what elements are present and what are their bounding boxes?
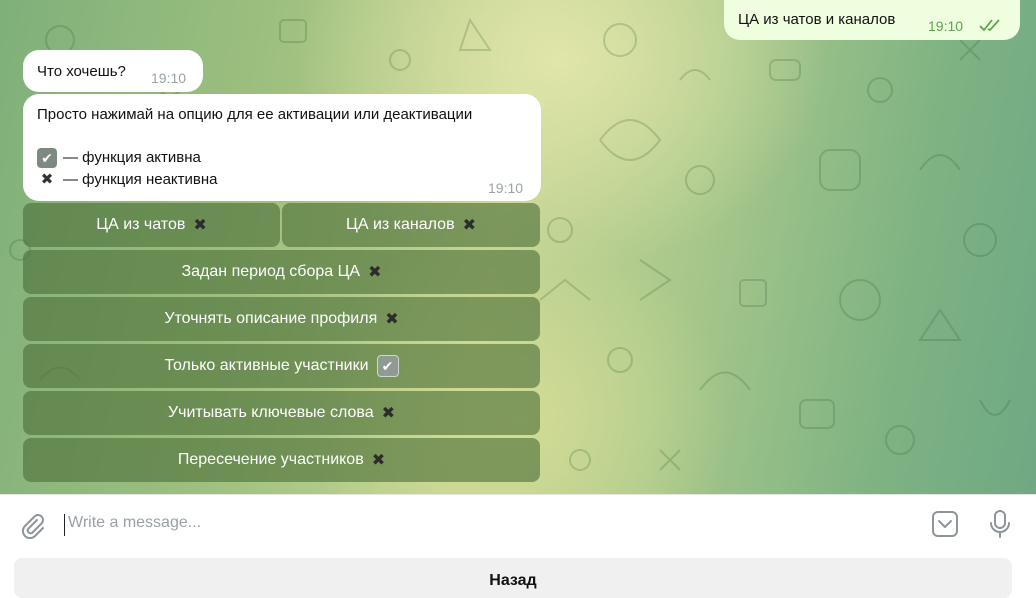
chat-background: ЦА из чатов и каналов 19:10 Что хочешь? … [0, 0, 1036, 494]
cross-icon: ✖ [368, 264, 382, 281]
inline-button-active-members[interactable]: Только активные участники ✔ [23, 344, 540, 388]
inactive-legend-row: ✖ — функция неактивна [37, 169, 218, 191]
reply-keyboard-back-button[interactable]: Назад [14, 558, 1012, 598]
paperclip-icon[interactable] [18, 511, 46, 539]
inline-button-label: ЦА из чатов [96, 216, 186, 233]
cross-icon: ✖ [193, 217, 207, 234]
inline-button-label: Только активные участники [164, 357, 369, 374]
inline-button-label: ЦА из каналов [346, 216, 455, 233]
inline-button-chats-audience[interactable]: ЦА из чатов ✖ [23, 203, 280, 247]
instructions-message-bubble: Просто нажимай на опцию для ее активации… [23, 94, 541, 201]
inactive-legend-text: — функция неактивна [63, 171, 218, 188]
cross-icon: ✖ [385, 311, 399, 328]
back-button-label: Назад [489, 572, 537, 589]
message-input[interactable]: Write a message... [64, 514, 884, 536]
outgoing-message-bubble: ЦА из чатов и каналов 19:10 [724, 0, 1020, 40]
instructions-time: 19:10 [488, 180, 524, 196]
question-text: Что хочешь? [37, 63, 126, 80]
cross-icon: ✖ [371, 452, 386, 469]
inline-button-collection-period[interactable]: Задан период сбора ЦА ✖ [23, 250, 540, 294]
active-legend-row: ✔ — функция активна [37, 147, 201, 169]
incoming-message-bubble: Что хочешь? 19:10 [23, 50, 203, 92]
checkbox-checked-icon: ✔ [376, 355, 399, 377]
inline-button-members-intersection[interactable]: Пересечение участников ✖ [23, 438, 540, 482]
checkbox-checked-icon: ✔ [37, 148, 57, 168]
active-legend-text: — функция активна [63, 149, 201, 166]
inline-button-keywords[interactable]: Учитывать ключевые слова ✖ [23, 391, 540, 435]
microphone-icon[interactable] [988, 509, 1012, 539]
cross-icon: ✖ [40, 171, 54, 188]
inline-button-label: Задан период сбора ЦА [181, 263, 361, 280]
message-composer: Write a message... [0, 494, 1036, 555]
inline-button-refine-profile[interactable]: Уточнять описание профиля ✖ [23, 297, 540, 341]
inline-button-label: Пересечение участников [177, 451, 364, 468]
cross-icon: ✖ [462, 217, 476, 234]
outgoing-message-text: ЦА из чатов и каналов [738, 11, 896, 28]
double-check-icon [979, 19, 1000, 32]
inline-button-channels-audience[interactable]: ЦА из каналов ✖ [282, 203, 540, 247]
cross-icon: ✖ [381, 405, 396, 422]
bot-keyboard-icon[interactable] [931, 510, 959, 538]
instructions-text: Просто нажимай на опцию для ее активации… [37, 106, 473, 123]
outgoing-message-time: 19:10 [928, 18, 964, 34]
inline-button-label: Уточнять описание профиля [164, 310, 378, 327]
inline-button-label: Учитывать ключевые слова [167, 404, 374, 421]
question-time: 19:10 [151, 70, 187, 86]
